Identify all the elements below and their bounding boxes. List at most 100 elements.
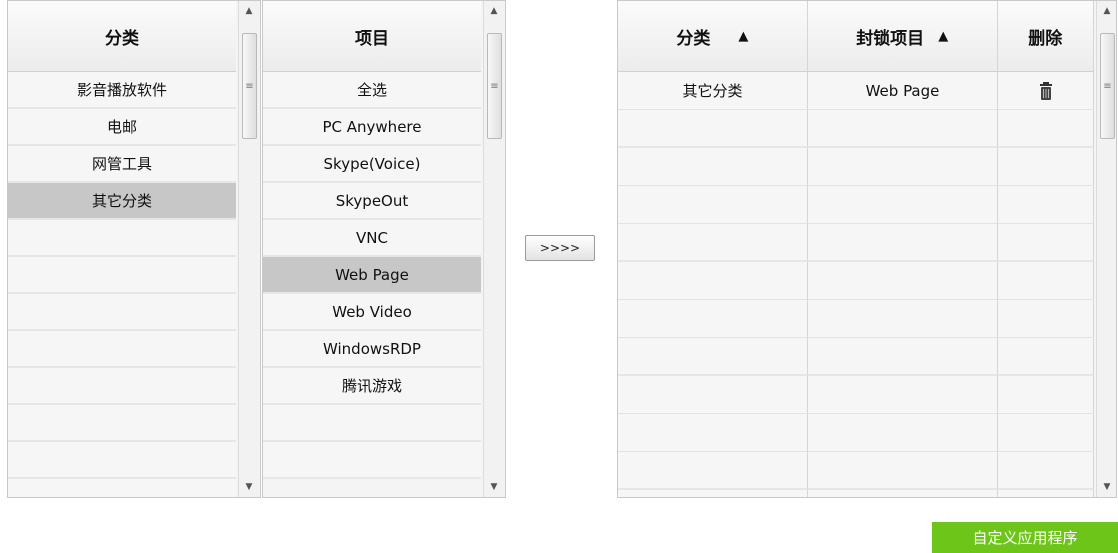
- table-row: [618, 148, 1094, 186]
- cell-delete: [998, 452, 1094, 490]
- cell-item: [808, 148, 998, 186]
- scroll-thumb[interactable]: ≡: [242, 33, 257, 139]
- item-entry[interactable]: 腾讯游戏: [263, 368, 481, 405]
- grip-icon: ≡: [490, 80, 499, 92]
- cell-delete[interactable]: [998, 72, 1094, 110]
- item-entry[interactable]: Web Page: [263, 257, 481, 294]
- item-entry[interactable]: Web Video: [263, 294, 481, 331]
- category-item[interactable]: [8, 368, 236, 405]
- category-item[interactable]: 其它分类: [8, 183, 236, 220]
- blocked-table-panel: 分类 ▲ 封锁项目 ▲ 删除 其它分类 Web Page ▲ ≡ ▼: [617, 0, 1117, 498]
- table-row: [618, 414, 1094, 452]
- table-row: [618, 300, 1094, 338]
- cell-delete: [998, 148, 1094, 186]
- cell-item: [808, 110, 998, 148]
- custom-app-button[interactable]: 自定义应用程序: [932, 522, 1118, 553]
- category-item[interactable]: [8, 331, 236, 368]
- category-item[interactable]: 电邮: [8, 109, 236, 146]
- category-item[interactable]: [8, 257, 236, 294]
- sort-asc-icon[interactable]: ▲: [738, 29, 748, 44]
- scroll-up-arrow-icon[interactable]: ▲: [239, 3, 259, 19]
- scroll-up-arrow-icon[interactable]: ▲: [484, 3, 504, 19]
- category-item[interactable]: [8, 220, 236, 257]
- cell-category: [618, 262, 808, 300]
- sort-asc-icon[interactable]: ▲: [938, 29, 948, 44]
- item-panel: 项目 全选 PC Anywhere Skype(Voice) SkypeOut VNC W…: [262, 0, 506, 498]
- table-row: [618, 186, 1094, 224]
- item-entry[interactable]: WindowsRDP: [263, 331, 481, 368]
- column-header-item[interactable]: 封锁项目 ▲: [807, 1, 998, 72]
- item-entry[interactable]: [263, 442, 481, 479]
- blocked-table-header: 分类 ▲ 封锁项目 ▲ 删除: [618, 1, 1094, 72]
- column-header-delete: 删除: [997, 1, 1094, 72]
- scroll-down-arrow-icon[interactable]: ▼: [1097, 479, 1116, 495]
- category-scrollbar[interactable]: ▲ ≡ ▼: [238, 1, 259, 497]
- cell-delete: [998, 186, 1094, 224]
- scroll-down-arrow-icon[interactable]: ▼: [484, 479, 504, 495]
- category-panel: 分类 影音播放软件 电邮 网管工具 其它分类 ▲ ≡ ▼: [7, 0, 261, 498]
- table-row: [618, 452, 1094, 490]
- category-item[interactable]: 影音播放软件: [8, 72, 236, 109]
- grip-icon: ≡: [1103, 80, 1112, 92]
- scroll-thumb[interactable]: ≡: [1100, 33, 1115, 139]
- cell-item: [808, 338, 998, 376]
- column-header-category[interactable]: 分类 ▲: [618, 1, 808, 72]
- cell-delete: [998, 224, 1094, 262]
- cell-category: [618, 452, 808, 490]
- item-entry[interactable]: VNC: [263, 220, 481, 257]
- category-item[interactable]: 网管工具: [8, 146, 236, 183]
- column-item-label: 封锁项目: [856, 28, 925, 49]
- table-row: 其它分类 Web Page: [618, 72, 1094, 110]
- add-to-blocked-button[interactable]: >>>>: [525, 235, 595, 261]
- item-header: 项目: [263, 1, 481, 72]
- grip-icon: ≡: [245, 80, 254, 92]
- cell-item: [808, 414, 998, 452]
- item-scrollbar[interactable]: ▲ ≡ ▼: [483, 1, 504, 497]
- category-header: 分类: [8, 1, 236, 72]
- cell-delete: [998, 414, 1094, 452]
- table-row: [618, 224, 1094, 262]
- trash-icon[interactable]: [1039, 81, 1052, 100]
- cell-item: [808, 490, 998, 497]
- cell-category: [618, 148, 808, 186]
- table-row: [618, 490, 1094, 497]
- cell-category: [618, 224, 808, 262]
- cell-delete: [998, 490, 1094, 497]
- category-item[interactable]: [8, 294, 236, 331]
- table-row: [618, 338, 1094, 376]
- category-list: 分类 影音播放软件 电邮 网管工具 其它分类: [8, 1, 236, 497]
- cell-category: 其它分类: [618, 72, 808, 110]
- scroll-up-arrow-icon[interactable]: ▲: [1097, 3, 1116, 19]
- cell-category: [618, 110, 808, 148]
- cell-category: [618, 338, 808, 376]
- column-category-label: 分类: [676, 28, 711, 49]
- item-entry[interactable]: Skype(Voice): [263, 146, 481, 183]
- cell-delete: [998, 262, 1094, 300]
- scroll-thumb[interactable]: ≡: [487, 33, 502, 139]
- scroll-down-arrow-icon[interactable]: ▼: [239, 479, 259, 495]
- cell-delete: [998, 110, 1094, 148]
- item-entry[interactable]: 全选: [263, 72, 481, 109]
- cell-item: [808, 300, 998, 338]
- blocked-scrollbar[interactable]: ▲ ≡ ▼: [1096, 1, 1116, 497]
- item-rows: 全选 PC Anywhere Skype(Voice) SkypeOut VNC Web …: [263, 72, 481, 479]
- category-item[interactable]: [8, 442, 236, 479]
- cell-category: [618, 376, 808, 414]
- blocked-table: 分类 ▲ 封锁项目 ▲ 删除 其它分类 Web Page: [618, 1, 1094, 497]
- cell-item: Web Page: [808, 72, 998, 110]
- category-item[interactable]: [8, 479, 236, 497]
- item-entry[interactable]: SkypeOut: [263, 183, 481, 220]
- cell-category: [618, 414, 808, 452]
- cell-item: [808, 186, 998, 224]
- table-row: [618, 262, 1094, 300]
- item-entry[interactable]: [263, 405, 481, 442]
- cell-delete: [998, 376, 1094, 414]
- column-delete-label: 删除: [1028, 28, 1063, 49]
- cell-delete: [998, 338, 1094, 376]
- cell-item: [808, 376, 998, 414]
- category-item[interactable]: [8, 405, 236, 442]
- cell-category: [618, 300, 808, 338]
- cell-category: [618, 490, 808, 497]
- cell-item: [808, 452, 998, 490]
- item-entry[interactable]: PC Anywhere: [263, 109, 481, 146]
